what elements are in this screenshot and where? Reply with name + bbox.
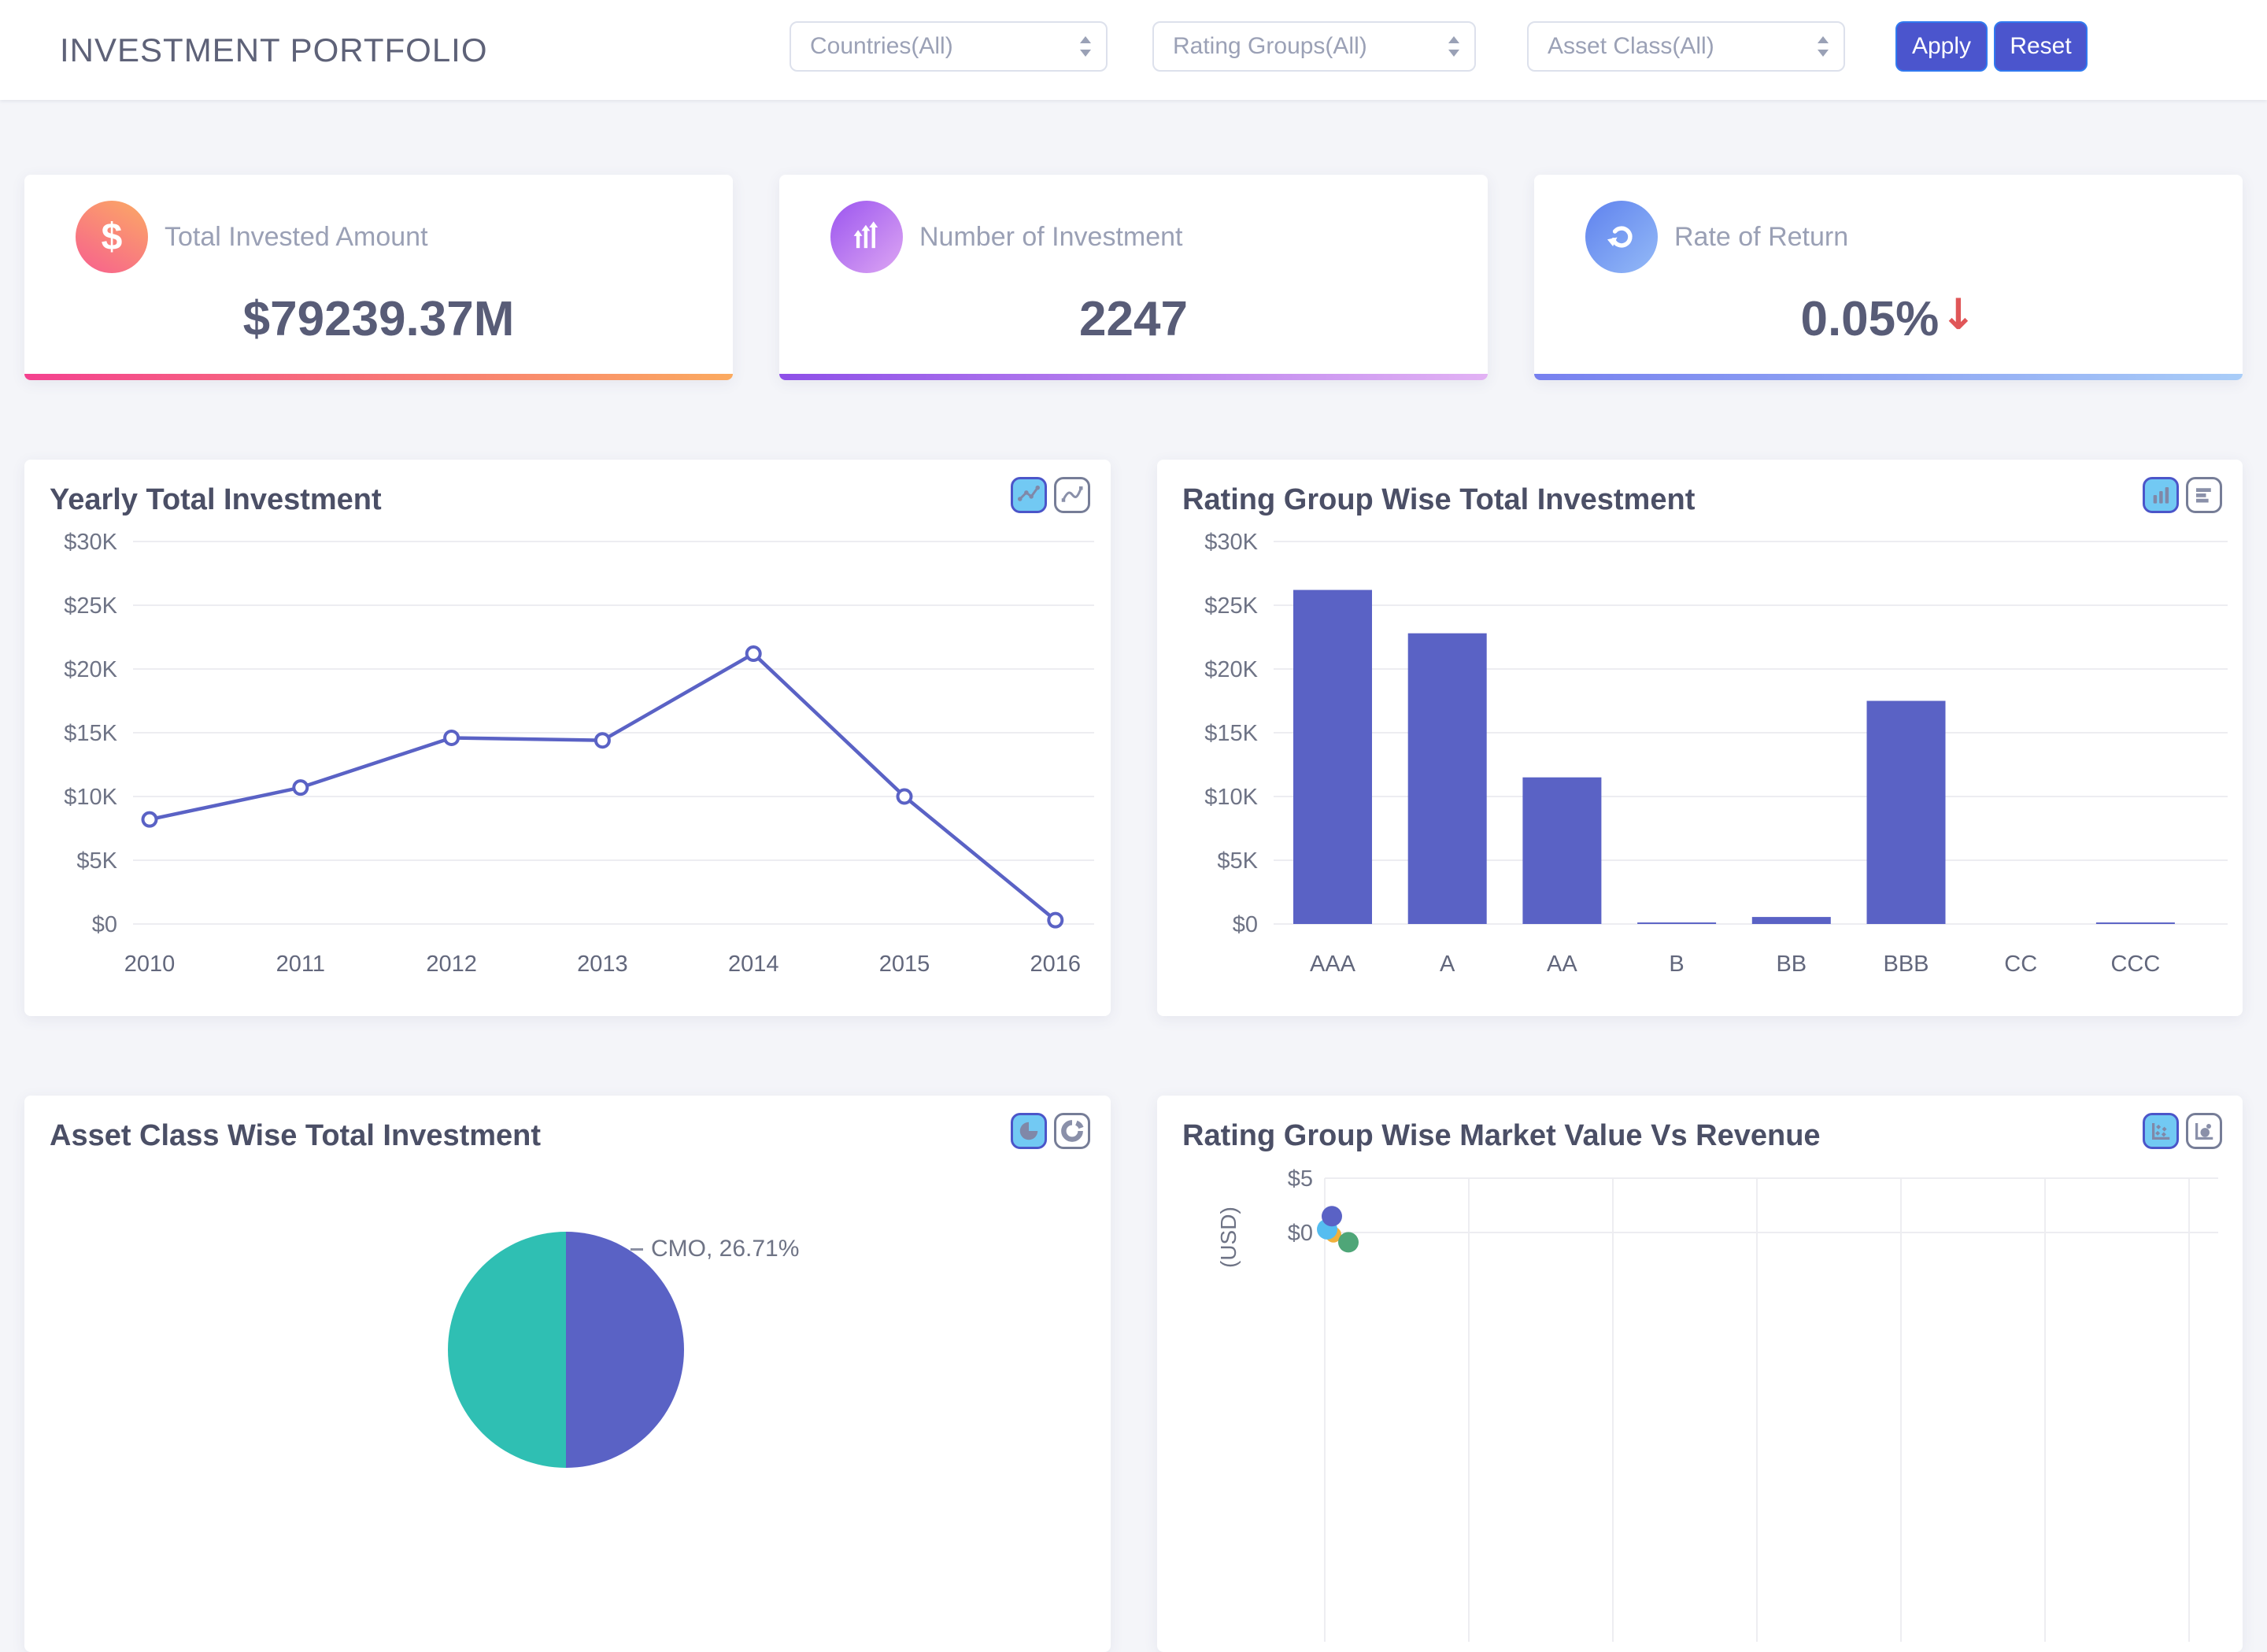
apply-button[interactable]: Apply — [1895, 21, 1988, 72]
dollar-icon: $ — [76, 201, 148, 273]
svg-text:$15K: $15K — [64, 721, 117, 746]
smooth-line-chart-icon[interactable] — [1054, 477, 1090, 513]
bar-growth-icon — [830, 201, 903, 273]
kpi-card-number-of-investment: Number of Investment 2247 — [779, 175, 1488, 380]
line-chart-icon[interactable] — [1011, 477, 1047, 513]
bubble-chart-icon[interactable] — [2186, 1113, 2222, 1149]
svg-text:(USD): (USD) — [1216, 1207, 1241, 1268]
donut-chart-icon[interactable] — [1054, 1113, 1090, 1149]
rating-group-investment-chart: $0$5K$10K$15K$20K$25K$30KAAA A AA B BB BBB CC C… — [1204, 530, 2228, 977]
svg-text:CCC: CCC — [2110, 952, 2160, 977]
reset-button[interactable]: Reset — [1994, 21, 2088, 72]
trend-down-icon: ↓ — [1940, 290, 1977, 339]
svg-text:2010: 2010 — [124, 952, 176, 977]
svg-text:$20K: $20K — [64, 657, 117, 682]
svg-text:CC: CC — [2004, 952, 2037, 977]
svg-text:2015: 2015 — [879, 952, 930, 977]
select-stepper-icon — [1817, 35, 1829, 58]
asset-class-pie-chart — [448, 1232, 684, 1468]
svg-text:2013: 2013 — [577, 952, 628, 977]
kpi-value: 2247 — [1079, 292, 1188, 346]
svg-text:$5K: $5K — [76, 848, 117, 874]
svg-text:$0: $0 — [1288, 1221, 1313, 1246]
panel-title: Asset Class Wise Total Investment — [50, 1119, 542, 1152]
svg-text:$0: $0 — [92, 912, 117, 937]
callout-label: CMO, 26.71% — [651, 1236, 800, 1262]
svg-text:A: A — [1440, 952, 1455, 977]
kpi-value: 0.05% ↓ — [1800, 290, 1977, 346]
svg-text:$20K: $20K — [1204, 657, 1258, 682]
kpi-card-total-invested: $ Total Invested Amount $79239.37M — [24, 175, 733, 380]
panel-yearly-total-investment: Yearly Total Investment $0 $5K $10K $15K $20… — [24, 460, 1111, 1016]
kpi-label: Rate of Return — [1674, 222, 1849, 252]
rating-groups-filter-select[interactable]: Rating Groups(All) — [1152, 21, 1476, 72]
top-header: INVESTMENT PORTFOLIO Countries(All) Rati… — [0, 0, 2267, 100]
kpi-label: Total Invested Amount — [165, 222, 428, 252]
select-stepper-icon — [1448, 35, 1460, 58]
bar-chart-icon[interactable] — [2143, 477, 2179, 513]
svg-text:$15K: $15K — [1204, 721, 1258, 746]
asset-class-filter-select[interactable]: Asset Class(All) — [1527, 21, 1845, 72]
svg-text:2012: 2012 — [426, 952, 477, 977]
panel-title: Yearly Total Investment — [50, 483, 382, 516]
svg-text:BB: BB — [1776, 952, 1807, 977]
svg-text:$30K: $30K — [1204, 530, 1258, 555]
kpi-card-rate-of-return: Rate of Return 0.05% ↓ — [1534, 175, 2243, 380]
select-stepper-icon — [1079, 35, 1092, 58]
svg-text:$5: $5 — [1288, 1166, 1313, 1192]
countries-filter-value: Countries(All) — [810, 33, 953, 59]
svg-text:$10K: $10K — [64, 785, 117, 810]
pie-slice-callout: CMO, 26.71% — [631, 1236, 799, 1262]
svg-text:$5K: $5K — [1217, 848, 1258, 874]
yearly-total-investment-chart: $0 $5K $10K $15K $20K $25K $30K 2010 2011 2012 201… — [64, 530, 1094, 977]
kpi-value: $79239.37M — [242, 292, 515, 346]
panel-title: Rating Group Wise Market Value Vs Revenu… — [1182, 1119, 1821, 1152]
kpi-accent-bar — [24, 374, 733, 380]
panel-rating-group-total-investment: Rating Group Wise Total Investment $0 $5K… — [1157, 460, 2243, 1016]
svg-text:2016: 2016 — [1030, 952, 1082, 977]
pie-chart-icon[interactable] — [1011, 1113, 1047, 1149]
callout-leader-line — [631, 1247, 643, 1251]
asset-class-filter-value: Asset Class(All) — [1548, 33, 1714, 59]
scatter-chart-icon[interactable] — [2143, 1113, 2179, 1149]
chart-type-toggles — [1011, 477, 1090, 513]
countries-filter-select[interactable]: Countries(All) — [790, 21, 1108, 72]
svg-text:2011: 2011 — [276, 952, 325, 977]
svg-text:AAA: AAA — [1310, 952, 1356, 977]
rating-groups-filter-value: Rating Groups(All) — [1173, 33, 1367, 59]
kpi-label: Number of Investment — [919, 222, 1183, 252]
svg-text:$30K: $30K — [64, 530, 117, 555]
chart-type-toggles — [2143, 1113, 2222, 1149]
svg-text:$25K: $25K — [64, 593, 117, 619]
svg-text:$25K: $25K — [1204, 593, 1258, 619]
svg-text:B: B — [1669, 952, 1684, 977]
panel-market-value-vs-revenue: Rating Group Wise Market Value Vs Revenu… — [1157, 1096, 2243, 1652]
panel-asset-class-investment: Asset Class Wise Total Investment CMO, 2… — [24, 1096, 1111, 1652]
svg-text:$0: $0 — [1233, 912, 1258, 937]
svg-text:$10K: $10K — [1204, 785, 1258, 810]
market-value-revenue-scatter-chart: $5 $0 (USD) — [1216, 1166, 2218, 1642]
chart-type-toggles — [2143, 477, 2222, 513]
return-arrow-icon — [1585, 201, 1658, 273]
chart-type-toggles — [1011, 1113, 1090, 1149]
svg-text:BBB: BBB — [1883, 952, 1929, 977]
page-title: INVESTMENT PORTFOLIO — [60, 31, 488, 68]
svg-text:AA: AA — [1547, 952, 1577, 977]
panel-title: Rating Group Wise Total Investment — [1182, 483, 1696, 516]
svg-text:2014: 2014 — [728, 952, 779, 977]
kpi-accent-bar — [1534, 374, 2243, 380]
hbar-chart-icon[interactable] — [2186, 477, 2222, 513]
kpi-accent-bar — [779, 374, 1488, 380]
